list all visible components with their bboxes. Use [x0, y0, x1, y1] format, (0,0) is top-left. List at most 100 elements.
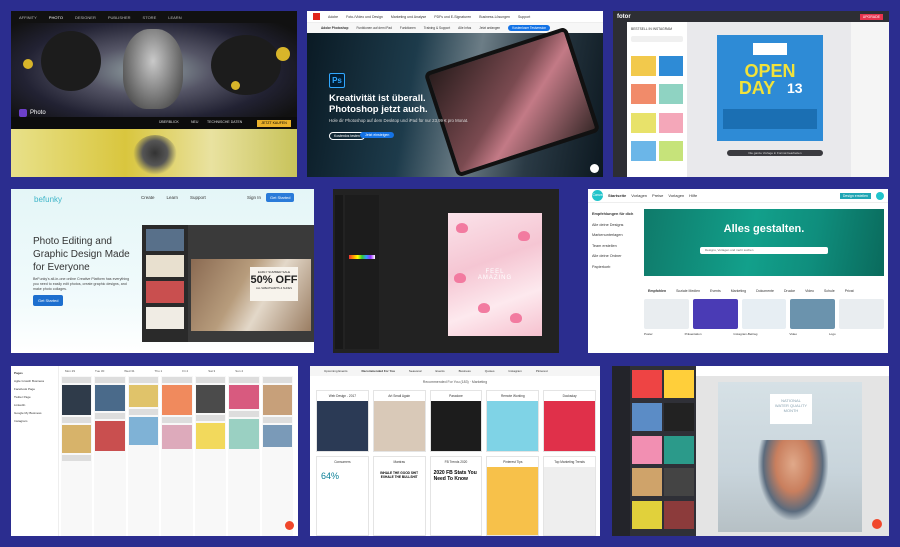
tab-events[interactable]: Events: [710, 289, 721, 293]
fotor-toolbar[interactable]: [613, 22, 627, 177]
tool-rail[interactable]: [335, 195, 343, 349]
subnav-features[interactable]: Funktionen: [400, 26, 416, 30]
subnav-specs[interactable]: TECHNISCHE DATEN: [207, 120, 242, 124]
nav-templates[interactable]: Vorlagen: [631, 193, 647, 198]
template-card[interactable]: Web Design - 2017: [316, 390, 369, 452]
template-thumb[interactable]: [664, 501, 694, 530]
sidebar-item[interactable]: Instagram: [14, 417, 55, 425]
tab-school[interactable]: Schule: [824, 289, 835, 293]
sidebar-item[interactable]: Twitter Page: [14, 393, 55, 401]
tab[interactable]: Quotes: [485, 369, 495, 373]
adobe-brand[interactable]: Adobe: [328, 15, 338, 19]
tab-marketing[interactable]: Marketing: [731, 289, 746, 293]
subnav-new[interactable]: NEU: [191, 120, 198, 124]
sidebar-item-brand[interactable]: Markenunterlagen: [592, 230, 636, 241]
nav-templates-2[interactable]: Vorlagen: [668, 193, 684, 198]
get-started-button[interactable]: Get Started: [33, 295, 64, 306]
nav-help[interactable]: Hilfe: [689, 193, 697, 198]
nav-publisher[interactable]: PUBLISHER: [108, 15, 131, 20]
template-card[interactable]: Paradoxe: [429, 390, 483, 452]
affinity-logo[interactable]: AFFINITY: [19, 15, 37, 20]
subnav-start[interactable]: Jetzt anfangen: [479, 26, 500, 30]
template-thumb[interactable]: [658, 84, 683, 105]
tab[interactable]: Business: [459, 369, 471, 373]
create-design-button[interactable]: Design erstellen: [839, 192, 871, 199]
subnav-all[interactable]: Alle Infos: [458, 26, 471, 30]
top-toolbar[interactable]: [696, 366, 889, 376]
template-thumb[interactable]: [632, 435, 662, 464]
template-thumb[interactable]: [632, 402, 662, 431]
sidebar-item[interactable]: Facebook Page: [14, 385, 55, 393]
design-canvas[interactable]: NATIONAL WATER QUALITY MONTH: [718, 382, 862, 532]
properties-panel[interactable]: [345, 195, 379, 349]
template-thumb[interactable]: [664, 402, 694, 431]
sidebar-item-designs[interactable]: Alle deine Designs: [592, 220, 636, 231]
poster-canvas[interactable]: OPEN DAY 13: [717, 35, 823, 141]
sidebar-item-trash[interactable]: Papierkorb: [592, 262, 636, 273]
sign-in-link[interactable]: Sign In: [247, 195, 261, 200]
template-card[interactable]: Top Marketing Trends: [543, 456, 596, 536]
template-card[interactable]: Art Small Again: [372, 390, 426, 452]
template-thumb[interactable]: [631, 56, 656, 76]
template-thumb[interactable]: [146, 229, 184, 251]
subnav-training[interactable]: Training & Support: [424, 26, 450, 30]
sidebar-item[interactable]: LinkedIn: [14, 401, 55, 409]
tab[interactable]: Pinterest: [536, 369, 548, 373]
template-thumb[interactable]: [146, 255, 184, 277]
tab-social[interactable]: Soziale Medien: [676, 289, 700, 293]
color-swatches[interactable]: [349, 255, 375, 259]
tab[interactable]: Seasonal: [409, 369, 422, 373]
card-logo[interactable]: [839, 299, 884, 329]
chat-button[interactable]: [590, 164, 599, 173]
sidebar-item-team[interactable]: Team erstellen: [592, 241, 636, 252]
nav-create[interactable]: Create: [141, 195, 155, 200]
free-trial-button[interactable]: Kostenloser Testversion: [508, 25, 550, 31]
panel-search-input[interactable]: [631, 36, 683, 42]
template-thumb[interactable]: [146, 281, 184, 303]
nav-designer[interactable]: DESIGNER: [75, 15, 96, 20]
get-started-button[interactable]: Jetzt einsteigen: [360, 132, 395, 138]
template-thumb[interactable]: [146, 307, 184, 329]
template-thumb[interactable]: [658, 56, 683, 76]
befunky-logo[interactable]: befunky: [34, 195, 62, 204]
tab-documents[interactable]: Dokumente: [756, 289, 774, 293]
properties-panel[interactable]: [851, 22, 889, 177]
subnav-overview[interactable]: ÜBERBLICK: [159, 120, 179, 124]
subnav-ipad[interactable]: Funktionen auf dem iPad: [356, 26, 391, 30]
tab-private[interactable]: Privat: [845, 289, 854, 293]
tab-prints[interactable]: Drucke: [784, 289, 795, 293]
template-thumb[interactable]: [658, 112, 683, 133]
tool-sidebar[interactable]: [612, 366, 630, 536]
canva-logo[interactable]: Canva: [592, 190, 603, 201]
template-thumb[interactable]: [632, 468, 662, 497]
nav-store[interactable]: STORE: [143, 15, 157, 20]
tab[interactable]: Events: [435, 369, 444, 373]
template-card[interactable]: Docksday: [543, 390, 596, 452]
nav-pricing[interactable]: Preise: [652, 193, 663, 198]
fotor-logo[interactable]: fotor: [617, 14, 631, 20]
template-thumb[interactable]: [631, 112, 656, 133]
card-video[interactable]: [790, 299, 836, 329]
template-card[interactable]: Remote Working: [486, 390, 540, 452]
upgrade-button[interactable]: UPGRADE: [859, 13, 883, 20]
sidebar-item-recommended[interactable]: Empfehlungen für dich: [592, 209, 636, 220]
nav-foto[interactable]: Foto-/Video und Design: [346, 15, 383, 19]
nav-pdf[interactable]: PDFs und E-Signaturen: [434, 15, 471, 19]
nav-business[interactable]: Business-Lösungen: [479, 15, 510, 19]
template-thumb[interactable]: [664, 435, 694, 464]
template-card[interactable]: FB Trends 2020 2020 FB Stats You Need To …: [429, 456, 483, 536]
subnav-photoshop[interactable]: Adobe Photoshop: [321, 26, 348, 30]
nav-get-started-button[interactable]: Get Started: [266, 193, 295, 202]
avatar[interactable]: [876, 191, 884, 200]
status-bar[interactable]: Die ganze Vorlage in Format bearbeiten: [727, 150, 823, 156]
chat-button[interactable]: [872, 519, 882, 529]
template-thumb[interactable]: [658, 140, 683, 161]
template-thumb[interactable]: [632, 370, 662, 398]
tab[interactable]: Upcoming Events: [324, 369, 348, 373]
nav-home[interactable]: Startseite: [608, 193, 626, 198]
template-card[interactable]: Consumers 64%: [316, 456, 369, 536]
template-thumb[interactable]: [632, 501, 662, 530]
tab[interactable]: Recommended For You: [362, 369, 395, 373]
tab-recommended[interactable]: Empfohlen: [648, 289, 666, 293]
card-instagram[interactable]: [741, 299, 787, 329]
